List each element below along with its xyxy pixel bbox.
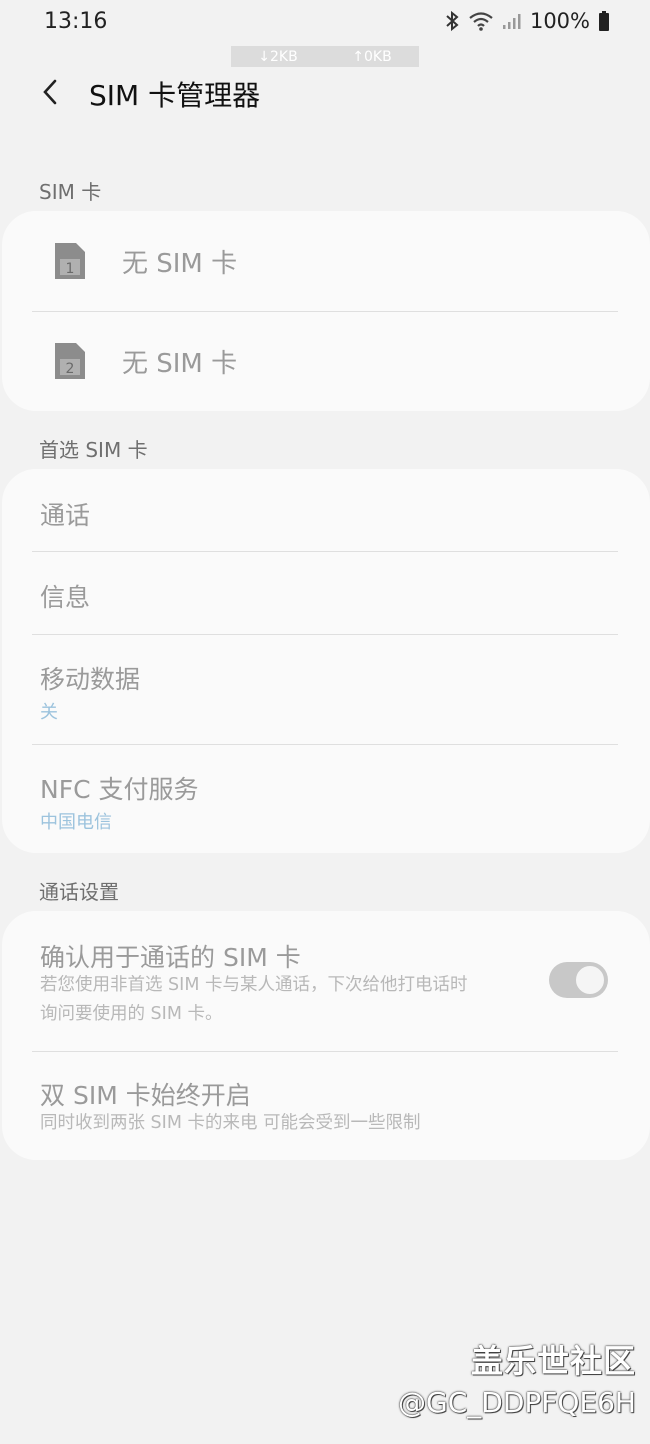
page-title: SIM 卡管理器 xyxy=(89,79,261,112)
confirm-sim-desc-line1: 若您使用非首选 SIM 卡与某人通话，下次给他打电话时 xyxy=(40,975,468,995)
confirm-sim-toggle[interactable] xyxy=(549,962,608,998)
pref-mobile-data-label: 移动数据 xyxy=(40,665,141,694)
pref-item-calls[interactable]: 通话 xyxy=(2,469,650,551)
pref-nfc-value: 中国电信 xyxy=(40,812,112,833)
status-icons: 100% xyxy=(444,9,610,33)
section-label-preferred: 首选 SIM 卡 xyxy=(39,438,148,462)
chevron-left-icon xyxy=(43,79,57,105)
section-label-sim: SIM 卡 xyxy=(39,180,102,204)
section-label-call-settings: 通话设置 xyxy=(39,880,119,904)
sim-1-status: 无 SIM 卡 xyxy=(122,249,238,279)
back-button[interactable] xyxy=(30,74,70,110)
pref-mobile-data-value: 关 xyxy=(40,702,58,723)
watermark-community: 盖乐世社区 xyxy=(470,1342,636,1380)
toggle-knob xyxy=(574,964,606,996)
sim-slot-1[interactable]: 1 无 SIM 卡 xyxy=(2,211,650,311)
sim-cards-card: 1 无 SIM 卡 2 无 SIM 卡 xyxy=(2,211,650,411)
svg-text:1: 1 xyxy=(66,261,75,277)
confirm-sim-desc-line2: 询问要使用的 SIM 卡。 xyxy=(40,1004,223,1024)
upload-speed: ↑0KB xyxy=(352,48,392,65)
pref-messages-label: 信息 xyxy=(40,583,91,612)
dual-sim-always-on-item[interactable]: 双 SIM 卡始终开启 同时收到两张 SIM 卡的来电 可能会受到一些限制 xyxy=(2,1052,650,1160)
watermark-user: @GC_DDPFQE6H xyxy=(398,1386,636,1419)
wifi-icon xyxy=(468,11,494,31)
pref-item-messages[interactable]: 信息 xyxy=(2,552,650,634)
download-speed: ↓2KB xyxy=(258,48,298,65)
sim-2-status: 无 SIM 卡 xyxy=(122,349,238,379)
pref-item-nfc[interactable]: NFC 支付服务 中国电信 xyxy=(2,745,650,853)
battery-percent: 100% xyxy=(529,9,590,33)
battery-icon xyxy=(598,11,610,31)
dual-sim-title: 双 SIM 卡始终开启 xyxy=(40,1081,251,1110)
call-settings-card: 确认用于通话的 SIM 卡 若您使用非首选 SIM 卡与某人通话，下次给他打电话… xyxy=(2,911,650,1160)
sim-card-2-icon: 2 xyxy=(55,343,85,379)
pref-item-mobile-data[interactable]: 移动数据 关 xyxy=(2,635,650,744)
status-bar: 13:16 100% xyxy=(0,0,650,44)
pref-nfc-label: NFC 支付服务 xyxy=(40,775,199,804)
dual-sim-desc: 同时收到两张 SIM 卡的来电 可能会受到一些限制 xyxy=(40,1113,421,1133)
bluetooth-icon xyxy=(444,10,460,32)
status-time: 13:16 xyxy=(44,9,108,34)
signal-icon xyxy=(502,12,522,30)
svg-text:2: 2 xyxy=(66,361,75,377)
sim-card-1-icon: 1 xyxy=(55,243,85,279)
pref-calls-label: 通话 xyxy=(40,501,91,530)
confirm-sim-title: 确认用于通话的 SIM 卡 xyxy=(40,943,301,972)
app-header: SIM 卡管理器 xyxy=(0,64,650,120)
sim-slot-2[interactable]: 2 无 SIM 卡 xyxy=(2,311,650,411)
preferred-sim-card: 通话 信息 移动数据 关 NFC 支付服务 中国电信 xyxy=(2,469,650,853)
